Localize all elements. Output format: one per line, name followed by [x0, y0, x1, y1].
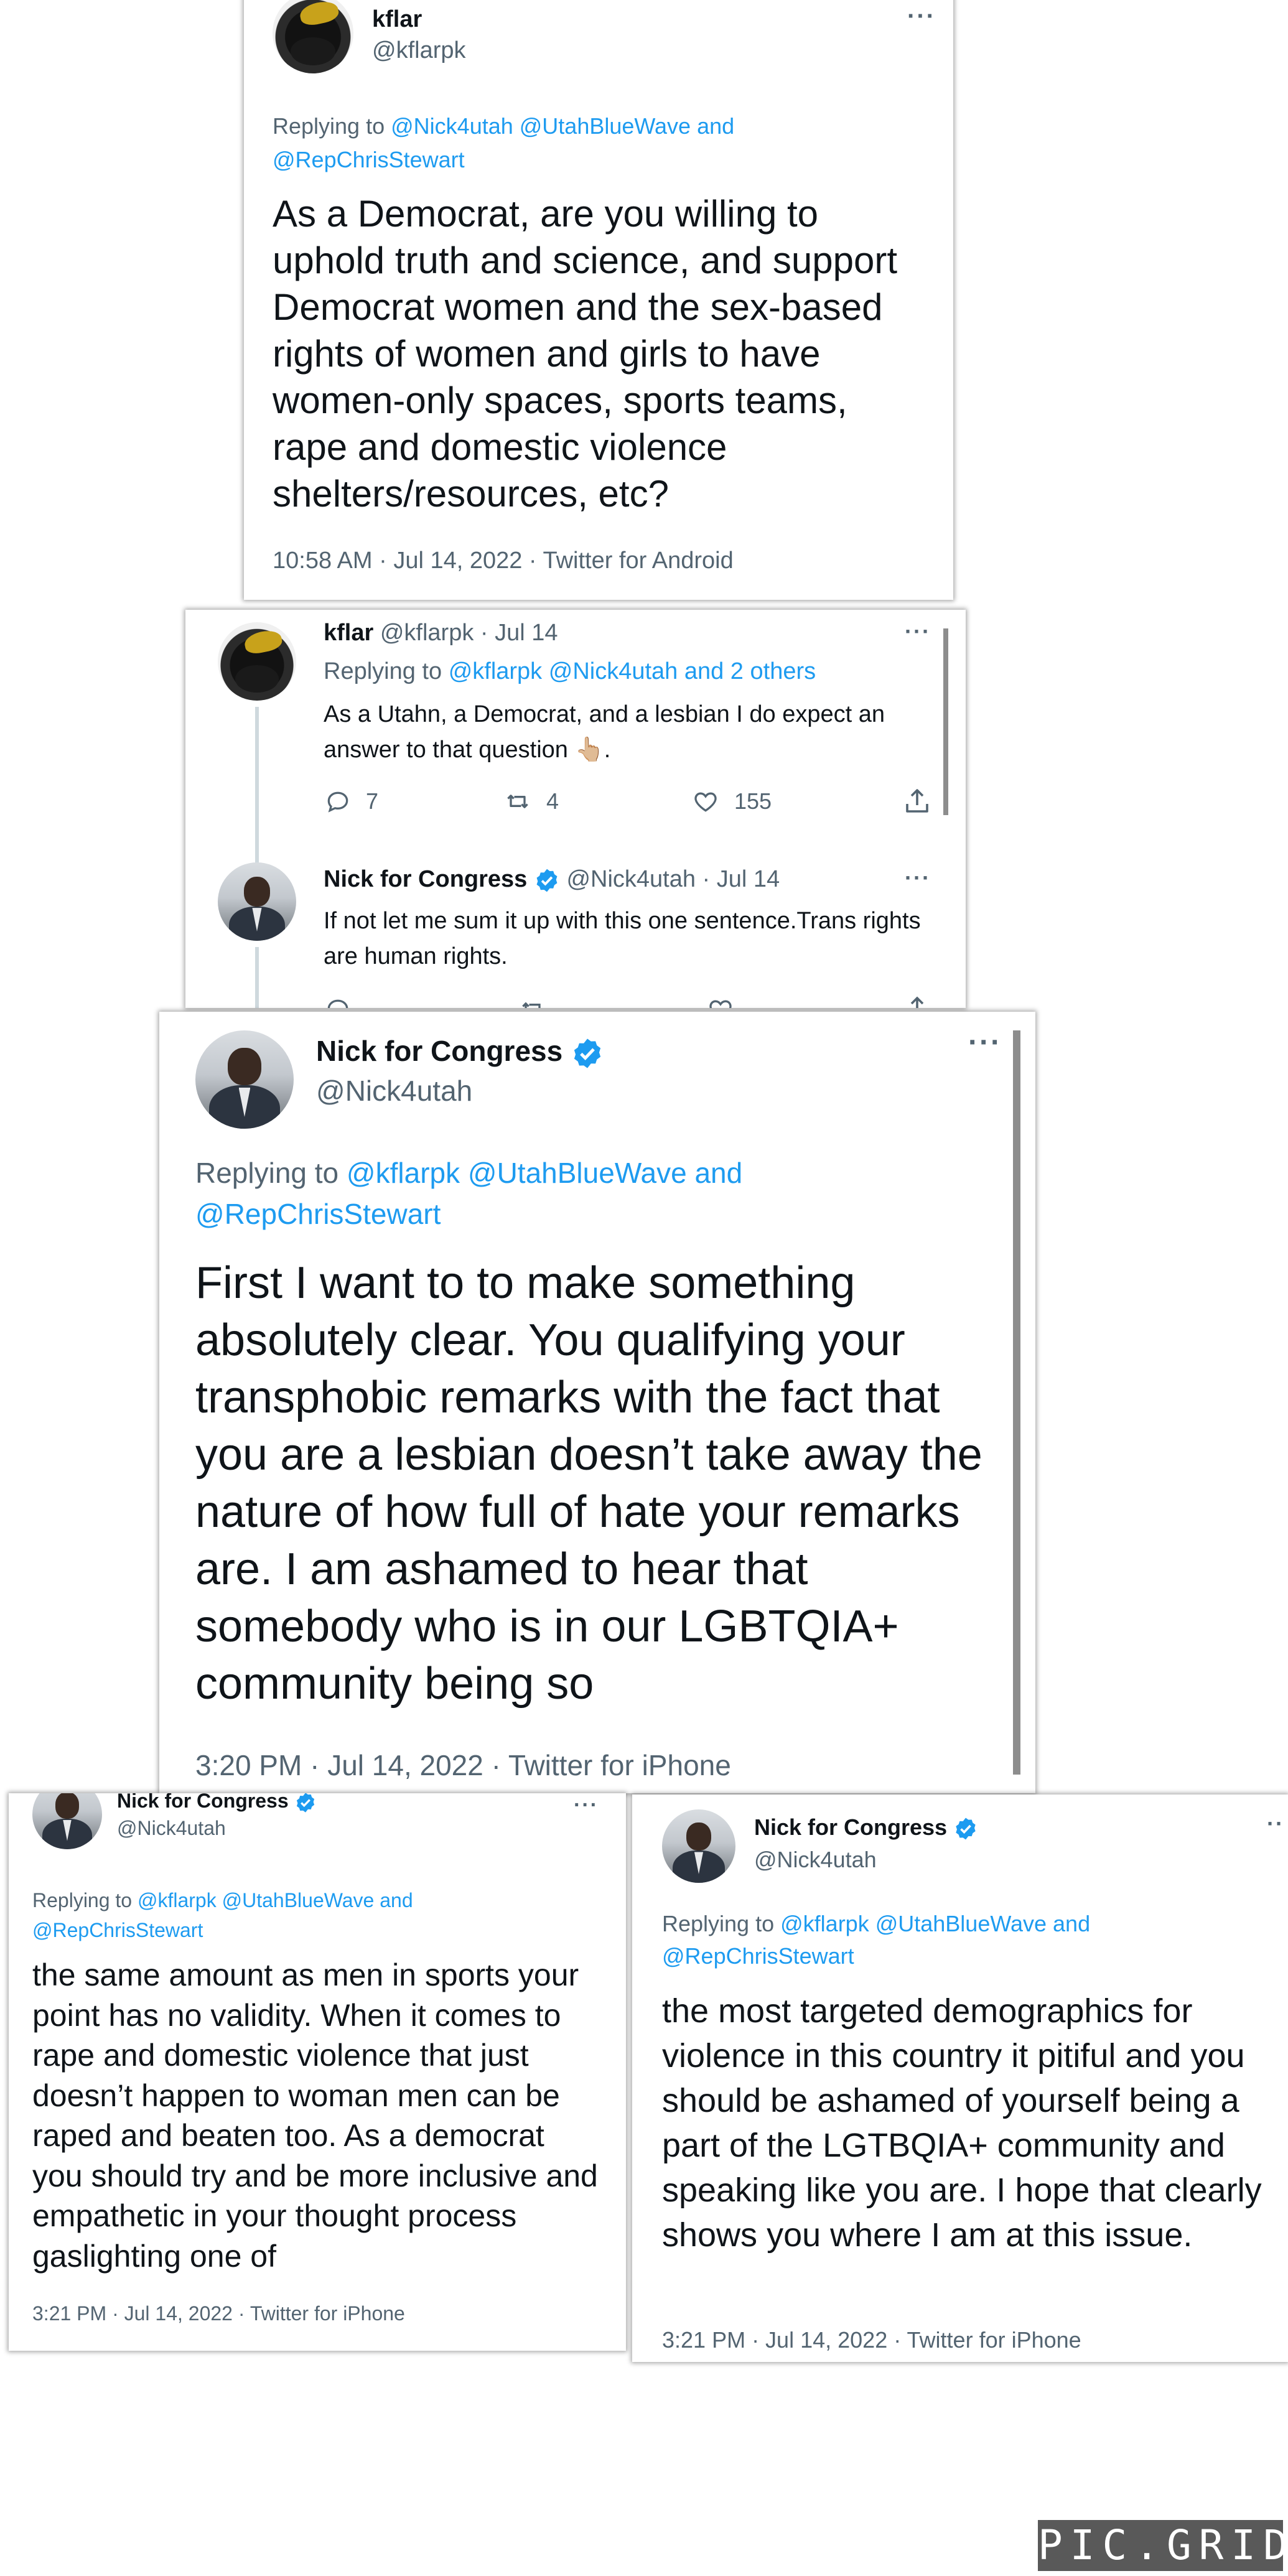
reply-mentions[interactable]: @kflarpk @Nick4utah and 2 others — [449, 658, 816, 684]
author-name[interactable]: Nick for Congress — [117, 1793, 289, 1812]
thread-card: kflar @kflarpk · Jul 14 ··· Replying to … — [185, 610, 966, 1008]
reply-icon[interactable] — [324, 996, 352, 1008]
scrollbar[interactable] — [943, 628, 948, 815]
avatar[interactable] — [273, 0, 353, 73]
author-name[interactable]: kflar — [372, 6, 422, 33]
watermark-logo: PIC.GRID — [1038, 2520, 1288, 2571]
avatar[interactable] — [218, 862, 296, 941]
more-options-icon[interactable]: ··· — [905, 865, 931, 891]
thread-connector — [255, 947, 259, 1008]
reply-button[interactable]: 7 — [324, 788, 378, 815]
reply-context: Replying to @Nick4utah @UtahBlueWave and… — [273, 110, 932, 177]
more-options-icon[interactable]: ··· — [905, 618, 931, 645]
verified-badge-icon — [574, 1038, 601, 1068]
author-handle[interactable]: @Nick4utah — [754, 1847, 877, 1873]
author-handle[interactable]: @Nick4utah — [316, 1074, 472, 1108]
verified-badge-icon — [956, 1818, 976, 1840]
scrollbar[interactable] — [1013, 1030, 1020, 1775]
tweet-timestamp[interactable]: 10:58 AM · Jul 14, 2022 · Twitter for An… — [273, 548, 734, 574]
author-name-row: Nick for Congress — [316, 1034, 604, 1070]
reply-prefix: Replying to — [32, 1889, 133, 1911]
avatar[interactable] — [195, 1030, 294, 1129]
share-icon[interactable] — [902, 994, 932, 1008]
reply-count: 7 — [366, 788, 379, 814]
tweet-body: If not let me sum it up with this one se… — [324, 908, 921, 969]
retweet-icon — [507, 795, 528, 808]
avatar[interactable] — [218, 622, 296, 701]
tweet-timestamp[interactable]: 3:21 PM · Jul 14, 2022 · Twitter for iPh… — [662, 2327, 1081, 2353]
retweet-icon[interactable] — [518, 996, 548, 1008]
author-name[interactable]: Nick for Congress — [316, 1035, 562, 1067]
tweet-body: First I want to to make something absolu… — [195, 1258, 982, 1709]
reply-context: Replying to @kflarpk @UtahBlueWave and @… — [195, 1152, 979, 1234]
reply-mentions[interactable]: @kflarpk @UtahBlueWave and — [780, 1911, 1090, 1936]
tweet-timestamp[interactable]: 3:20 PM · Jul 14, 2022 · Twitter for iPh… — [195, 1748, 731, 1782]
author-handle-date[interactable]: @kflarpk · Jul 14 — [380, 620, 558, 646]
author-handle-date[interactable]: @Nick4utah · Jul 14 — [566, 866, 780, 892]
verified-badge-icon — [536, 869, 558, 892]
reply-prefix: Replying to — [662, 1911, 775, 1936]
tweet-card-kflar[interactable]: kflar @kflarpk ··· Replying to @Nick4uta… — [244, 0, 953, 600]
author-name-row: Nick for Congress — [754, 1814, 978, 1841]
avatar[interactable] — [32, 1793, 102, 1849]
reply-mentions-more[interactable]: @RepChrisStewart — [32, 1919, 203, 1941]
share-icon[interactable] — [902, 786, 932, 816]
reply-mentions[interactable]: @Nick4utah @UtahBlueWave and — [391, 113, 734, 139]
reply-mentions-more[interactable]: @RepChrisStewart — [273, 147, 465, 172]
tweet-body: the most targeted demographics for viole… — [662, 1992, 1262, 2254]
tweet-header: Nick for Congress @Nick4utah · Jul 14 — [324, 866, 780, 894]
tweet-body: the same amount as men in sports your po… — [32, 1958, 598, 2274]
verified-badge-icon — [296, 1793, 314, 1813]
author-name[interactable]: Nick for Congress — [754, 1814, 947, 1840]
more-options-icon[interactable]: ··· — [574, 1793, 599, 1818]
avatar[interactable] — [662, 1809, 735, 1883]
like-icon — [694, 792, 717, 812]
author-name-row: Nick for Congress — [117, 1793, 317, 1814]
tweet-body: As a Utahn, a Democrat, and a lesbian I … — [324, 701, 885, 763]
author-name[interactable]: Nick for Congress — [324, 866, 527, 892]
author-handle[interactable]: @Nick4utah — [117, 1817, 226, 1840]
reply-mentions-more[interactable]: @RepChrisStewart — [662, 1943, 854, 1969]
tweet-card-nick-main[interactable]: Nick for Congress @Nick4utah ··· Replyin… — [159, 1012, 1035, 1793]
tweet-timestamp[interactable]: 3:21 PM · Jul 14, 2022 · Twitter for iPh… — [32, 2302, 405, 2325]
reply-prefix: Replying to — [273, 113, 385, 139]
reply-context: Replying to @kflarpk @UtahBlueWave and @… — [662, 1908, 1272, 1972]
reply-context: Replying to @kflarpk @UtahBlueWave and @… — [32, 1885, 605, 1945]
tweet-body: As a Democrat, are you willing to uphold… — [273, 193, 898, 515]
reply-context: Replying to @kflarpk @Nick4utah and 2 ot… — [324, 658, 816, 685]
author-handle[interactable]: @kflarpk — [372, 37, 466, 64]
retweet-button[interactable]: 4 — [503, 788, 559, 815]
reply-prefix: Replying to — [324, 658, 442, 684]
more-options-icon[interactable]: ·· — [1267, 1811, 1284, 1837]
reply-prefix: Replying to — [195, 1157, 339, 1189]
reply-mentions[interactable]: @kflarpk @UtahBlueWave and — [347, 1157, 742, 1189]
like-icon[interactable] — [706, 996, 735, 1008]
tweet-header: kflar @kflarpk · Jul 14 — [324, 620, 558, 646]
reply-icon — [327, 791, 348, 813]
reply-mentions-more[interactable]: @RepChrisStewart — [195, 1198, 441, 1230]
more-options-icon[interactable]: ··· — [968, 1025, 1002, 1060]
like-button[interactable]: 155 — [691, 788, 772, 815]
reply-mentions[interactable]: @kflarpk @UtahBlueWave and — [138, 1889, 413, 1911]
tweet-card-nick-final[interactable]: Nick for Congress @Nick4utah ·· Replying… — [632, 1794, 1288, 2362]
retweet-count: 4 — [546, 788, 559, 814]
more-options-icon[interactable]: ··· — [907, 2, 936, 30]
tweet-card-nick-continued[interactable]: Nick for Congress @Nick4utah ··· Replyin… — [9, 1793, 626, 2351]
like-count: 155 — [734, 788, 772, 814]
author-name[interactable]: kflar — [324, 620, 373, 646]
